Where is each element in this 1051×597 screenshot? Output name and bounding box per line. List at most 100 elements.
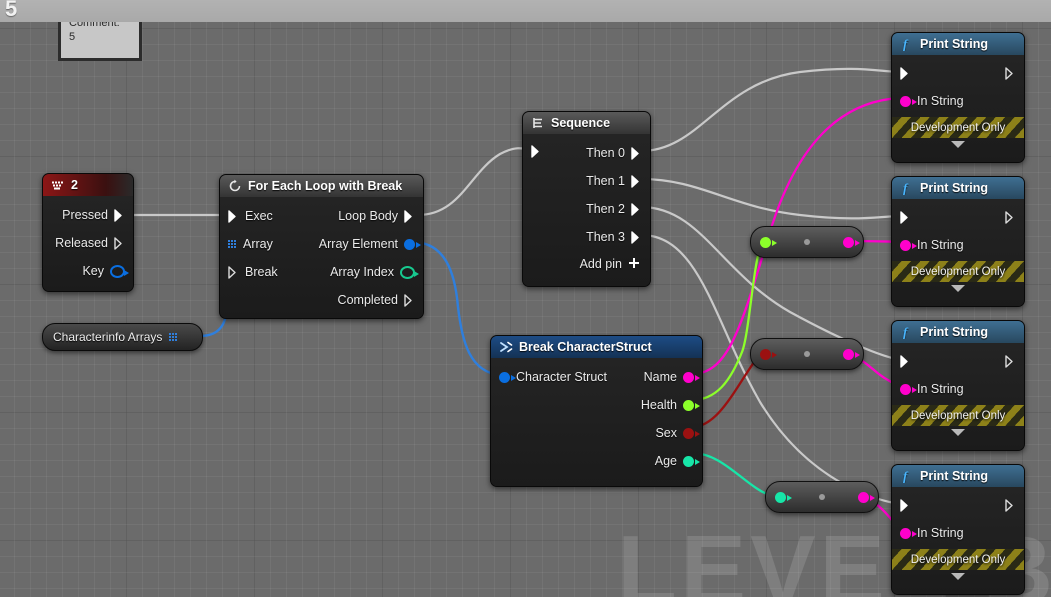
int-input-pin[interactable] bbox=[775, 491, 792, 503]
array-grid-icon bbox=[169, 332, 178, 342]
pin-sex[interactable]: Sex bbox=[491, 419, 702, 447]
node-variable-characterinfo-arrays[interactable]: Characterinfo Arrays bbox=[42, 323, 203, 351]
exec-pin-icon bbox=[404, 209, 415, 223]
add-pin-button[interactable]: Add pin bbox=[523, 251, 650, 277]
expand-advanced-caret[interactable] bbox=[892, 282, 1024, 295]
variable-label: Characterinfo Arrays bbox=[53, 330, 163, 344]
keyboard-icon bbox=[51, 178, 65, 192]
conversion-node-byte-to-string[interactable] bbox=[750, 338, 864, 370]
comment-box[interactable]: Comment: 5 bbox=[58, 22, 142, 61]
comment-value: 5 bbox=[69, 31, 76, 43]
string-output-pin[interactable] bbox=[843, 236, 860, 248]
node-for-each-loop-with-break[interactable]: For Each Loop with Break Exec Array Brea… bbox=[219, 174, 424, 319]
pin-released[interactable]: Released bbox=[43, 229, 133, 257]
expand-advanced-caret[interactable] bbox=[892, 138, 1024, 151]
pin-label: Completed bbox=[337, 293, 398, 307]
pin-then-3[interactable]: Then 3 bbox=[523, 223, 650, 251]
node-body: In String Development Only bbox=[892, 343, 1024, 450]
wire-exec-loopbody-to-sequence bbox=[416, 147, 534, 217]
node-print-string-4[interactable]: f Print String In String Development Onl… bbox=[891, 464, 1025, 595]
exec-in-pin-icon[interactable] bbox=[900, 354, 911, 368]
loop-icon bbox=[228, 179, 242, 193]
wire-struct-arrayelement-to-break bbox=[410, 240, 502, 377]
knot-center-dot bbox=[804, 351, 810, 357]
exec-out-pin-icon[interactable] bbox=[1005, 66, 1016, 80]
pin-array-element[interactable]: Array Element bbox=[220, 230, 423, 258]
pin-in-string[interactable]: In String bbox=[892, 375, 1024, 403]
expand-advanced-caret[interactable] bbox=[892, 426, 1024, 439]
pin-key[interactable]: Key bbox=[43, 257, 133, 285]
graph-canvas[interactable]: LEVEL B Comment: 5 2 Pressed Released Ke… bbox=[0, 22, 1051, 597]
pin-label: Then 2 bbox=[586, 202, 625, 216]
expand-advanced-caret[interactable] bbox=[892, 570, 1024, 583]
node-input-key-2[interactable]: 2 Pressed Released Key bbox=[42, 173, 134, 292]
struct-pin-icon bbox=[404, 238, 421, 250]
node-title: Break CharacterStruct bbox=[519, 340, 652, 354]
pin-in-string[interactable]: In String bbox=[892, 519, 1024, 547]
pin-label: Age bbox=[654, 454, 677, 468]
svg-text:f: f bbox=[903, 37, 909, 51]
node-title: Print String bbox=[920, 325, 989, 339]
pin-label: Array Index bbox=[330, 265, 394, 279]
exec-in-pin-icon[interactable] bbox=[900, 498, 911, 512]
add-pin-label: Add pin bbox=[579, 257, 622, 271]
pin-array-index[interactable]: Array Index bbox=[220, 258, 423, 286]
svg-text:f: f bbox=[903, 469, 909, 483]
page-number: 5 bbox=[5, 0, 18, 21]
function-f-icon: f bbox=[900, 469, 914, 483]
sequence-icon bbox=[531, 116, 545, 130]
node-break-characterstruct[interactable]: Break CharacterStruct Character Struct N… bbox=[490, 335, 703, 487]
development-only-label: Development Only bbox=[910, 409, 1006, 422]
exec-out-pin-icon[interactable] bbox=[1005, 498, 1016, 512]
string-output-pin[interactable] bbox=[843, 348, 860, 360]
exec-in-pin-icon[interactable] bbox=[900, 66, 911, 80]
pin-name[interactable]: Name bbox=[491, 363, 702, 391]
exec-row bbox=[892, 491, 1024, 519]
node-print-string-1[interactable]: f Print String In String Development Onl… bbox=[891, 32, 1025, 163]
string-output-pin[interactable] bbox=[858, 491, 875, 503]
pin-in-string[interactable]: In String bbox=[892, 87, 1024, 115]
svg-text:f: f bbox=[903, 325, 909, 339]
node-print-string-2[interactable]: f Print String In String Development Onl… bbox=[891, 176, 1025, 307]
pin-label: Key bbox=[82, 264, 104, 278]
blueprint-graph-screenshot: 5 LEVEL B Comment: 5 2 Pressed Released … bbox=[0, 0, 1051, 597]
pin-label: Array Element bbox=[318, 237, 398, 251]
exec-row bbox=[892, 203, 1024, 231]
pin-then-2[interactable]: Then 2 bbox=[523, 195, 650, 223]
exec-out-pin-icon[interactable] bbox=[1005, 210, 1016, 224]
conversion-node-float-to-string[interactable] bbox=[750, 226, 864, 258]
pin-health[interactable]: Health bbox=[491, 391, 702, 419]
node-header: For Each Loop with Break bbox=[220, 175, 423, 197]
pin-label: Then 1 bbox=[586, 174, 625, 188]
conversion-node-int-to-string[interactable] bbox=[765, 481, 879, 513]
wire-exec-then1-to-print2 bbox=[639, 177, 904, 220]
knot-center-dot bbox=[819, 494, 825, 500]
exec-pin-icon bbox=[114, 236, 125, 250]
pin-then-1[interactable]: Then 1 bbox=[523, 167, 650, 195]
node-sequence[interactable]: Sequence Then 0 Then 1 Then 2 Then 3 Add… bbox=[522, 111, 651, 287]
break-struct-icon bbox=[499, 340, 513, 354]
float-input-pin[interactable] bbox=[760, 236, 777, 248]
int-pin-icon bbox=[683, 455, 700, 467]
node-print-string-3[interactable]: f Print String In String Development Onl… bbox=[891, 320, 1025, 451]
node-title: Print String bbox=[920, 37, 989, 51]
pin-pressed[interactable]: Pressed bbox=[43, 201, 133, 229]
knot-center-dot bbox=[804, 239, 810, 245]
byte-input-pin[interactable] bbox=[760, 348, 777, 360]
top-bar: 5 bbox=[0, 0, 1051, 22]
pin-loop-body[interactable]: Loop Body bbox=[220, 202, 423, 230]
comment-label: Comment: bbox=[69, 22, 120, 29]
node-title: Print String bbox=[920, 181, 989, 195]
exec-out-pin-icon[interactable] bbox=[1005, 354, 1016, 368]
exec-pin-icon bbox=[631, 230, 642, 244]
pin-label: Pressed bbox=[62, 208, 108, 222]
pin-then-0[interactable]: Then 0 bbox=[523, 139, 650, 167]
exec-in-pin-icon[interactable] bbox=[900, 210, 911, 224]
pin-label: Then 0 bbox=[586, 146, 625, 160]
pin-in-string[interactable]: In String bbox=[892, 231, 1024, 259]
pin-age[interactable]: Age bbox=[491, 447, 702, 475]
pin-completed[interactable]: Completed bbox=[220, 286, 423, 314]
string-pin-icon bbox=[900, 383, 917, 395]
node-body: Pressed Released Key bbox=[43, 196, 133, 291]
wire-exec-then0-to-print1 bbox=[639, 67, 904, 153]
